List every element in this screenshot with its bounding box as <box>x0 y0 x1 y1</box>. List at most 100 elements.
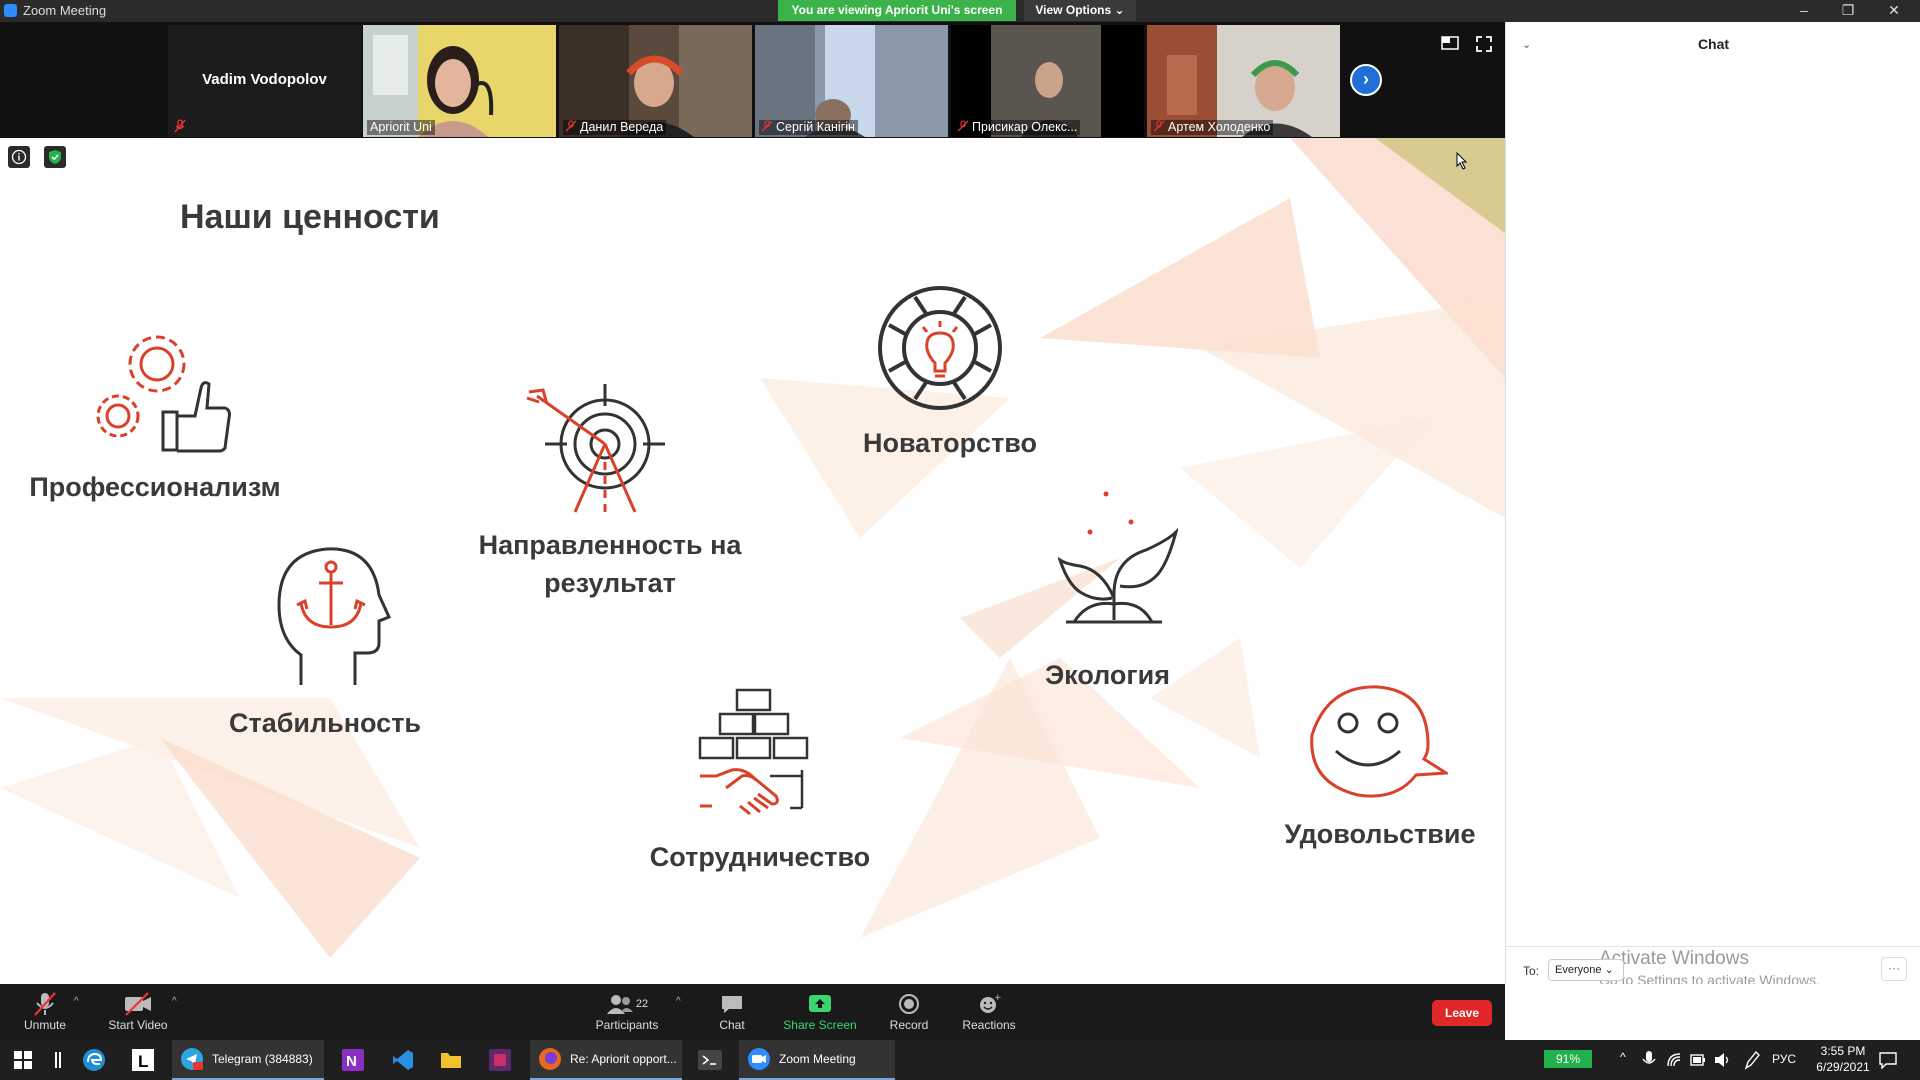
shared-screen: Наши ценности Профессионализм Направленн… <box>0 138 1505 984</box>
zoom-app-icon <box>4 4 17 17</box>
layout-icon <box>1441 36 1459 50</box>
value-label: Новаторство <box>862 428 1038 458</box>
chevron-down-icon: ⌄ <box>1114 3 1125 17</box>
chat-title: Chat <box>1697 36 1730 52</box>
mouse-cursor-icon <box>1456 152 1468 170</box>
window-title: Zoom Meeting <box>23 3 107 18</box>
tray-overflow-icon[interactable]: ^ <box>1620 1050 1626 1064</box>
participant-name: Присикар Олекс... <box>955 120 1081 135</box>
minimize-button[interactable]: – <box>1784 0 1824 22</box>
more-icon: ··· <box>1888 961 1900 975</box>
language-indicator[interactable]: РУС <box>1772 1052 1796 1066</box>
reactions-button[interactable]: + Reactions <box>944 990 1034 1032</box>
l-app-icon: L <box>132 1049 154 1071</box>
zoom-icon <box>748 1048 770 1070</box>
chat-more-button[interactable]: ··· <box>1881 957 1907 981</box>
system-clock[interactable]: 3:55 PM 6/29/2021 <box>1808 1043 1878 1075</box>
muted-mic-icon <box>1154 120 1164 132</box>
taskbar-app-l[interactable]: L <box>132 1040 154 1080</box>
svg-text:+: + <box>994 993 1001 1003</box>
value-label: Стабильность <box>228 708 422 738</box>
pen-icon[interactable] <box>1742 1050 1760 1070</box>
muted-mic-icon <box>174 119 186 133</box>
taskbar-onenote[interactable]: N <box>342 1040 364 1080</box>
fullscreen-button[interactable] <box>1474 36 1494 54</box>
participant-tile[interactable]: Сергій Канігін <box>755 25 948 137</box>
participant-name: Сергій Канігін <box>759 120 858 135</box>
taskbar-terminal[interactable] <box>698 1040 722 1080</box>
self-video-tile[interactable]: Vadim Vodopolov <box>168 25 361 137</box>
muted-mic-icon <box>34 992 56 1016</box>
participant-tile[interactable]: Присикар Олекс... <box>951 25 1144 137</box>
value-label: Профессионализм <box>29 472 281 502</box>
taskbar-app-label: Zoom Meeting <box>779 1052 856 1066</box>
battery-icon[interactable] <box>1690 1053 1706 1067</box>
layout-toggle-button[interactable] <box>1440 36 1460 54</box>
taskbar-firefox[interactable]: Re: Apriorit opport... <box>530 1040 682 1080</box>
restore-button[interactable]: ❐ <box>1828 0 1868 22</box>
view-options-button[interactable]: View Options ⌄ <box>1024 0 1136 21</box>
head-anchor-icon <box>277 547 392 685</box>
share-screen-icon <box>809 995 831 1012</box>
leave-button[interactable]: Leave <box>1432 1000 1492 1026</box>
taskbar-edge[interactable] <box>82 1040 106 1080</box>
chat-divider <box>1506 946 1920 947</box>
start-button[interactable] <box>14 1040 32 1080</box>
clock-date: 6/29/2021 <box>1816 1060 1870 1074</box>
microphone-icon[interactable] <box>1642 1050 1656 1070</box>
onenote-icon: N <box>342 1049 364 1071</box>
record-button[interactable]: Record <box>864 990 954 1032</box>
battery-indicator[interactable]: 91% <box>1544 1050 1592 1068</box>
start-video-button[interactable]: Start Video <box>93 990 183 1032</box>
share-screen-button[interactable]: Share Screen <box>775 990 865 1032</box>
terminal-icon <box>698 1050 722 1070</box>
taskbar-zoom[interactable]: Zoom Meeting <box>739 1040 895 1080</box>
record-label: Record <box>889 1018 929 1032</box>
participant-name: Данил Вереда <box>563 120 667 135</box>
participant-tile[interactable]: Apriorit Uni <box>363 25 556 137</box>
security-shield-icon[interactable] <box>44 146 67 168</box>
target-arrow-icon <box>526 384 665 513</box>
task-view-icon <box>55 1052 61 1068</box>
svg-text:L: L <box>138 1052 148 1071</box>
value-label: Удовольствие <box>1284 819 1476 849</box>
unmute-label: Unmute <box>23 1018 67 1032</box>
edge-icon <box>83 1049 105 1071</box>
record-icon <box>899 994 919 1014</box>
participants-icon <box>606 995 633 1014</box>
participants-caret-icon[interactable]: ^ <box>676 996 681 1007</box>
windows-logo-icon <box>14 1051 32 1069</box>
network-icon[interactable] <box>1666 1052 1682 1068</box>
recipient-value: Everyone <box>1555 964 1602 976</box>
taskbar-telegram[interactable]: Telegram (384883) <box>172 1040 324 1080</box>
bricks-handshake-icon <box>698 688 809 816</box>
info-icon[interactable] <box>8 146 30 168</box>
participant-tile[interactable]: Данил Вереда <box>559 25 752 137</box>
participant-tile[interactable]: Артем Холоденко <box>1147 25 1340 137</box>
audio-options-caret-icon[interactable]: ^ <box>74 996 79 1007</box>
video-options-caret-icon[interactable]: ^ <box>172 996 177 1007</box>
recipient-select[interactable]: Everyone ⌄ <box>1548 959 1624 981</box>
taskbar-app-purple[interactable] <box>489 1040 511 1080</box>
activate-windows-watermark: Activate Windows Go to Settings to activ… <box>1599 948 1820 988</box>
participant-name: Apriorit Uni <box>367 120 435 135</box>
chat-button[interactable]: Chat <box>687 990 777 1032</box>
chat-label: Chat <box>719 1018 745 1032</box>
view-options-label: View Options <box>1035 3 1112 17</box>
svg-text:N: N <box>346 1053 357 1070</box>
chevron-down-icon: ⌄ <box>1604 964 1614 976</box>
volume-icon[interactable] <box>1714 1052 1732 1068</box>
close-button[interactable]: ✕ <box>1874 0 1914 22</box>
taskbar-file-explorer[interactable] <box>440 1040 462 1080</box>
notifications-icon[interactable] <box>1878 1051 1898 1069</box>
participants-button[interactable]: 22 Participants <box>582 990 672 1032</box>
fullscreen-icon <box>1476 36 1492 52</box>
chevron-right-icon: › <box>1363 69 1369 89</box>
start-video-label: Start Video <box>108 1018 168 1032</box>
app-icon <box>489 1049 511 1071</box>
next-page-button[interactable]: › <box>1350 64 1382 96</box>
muted-mic-icon <box>566 120 576 132</box>
taskbar-app-label: Re: Apriorit opport... <box>570 1052 677 1066</box>
taskbar-vscode[interactable] <box>392 1040 414 1080</box>
task-view-button[interactable] <box>54 1040 62 1080</box>
